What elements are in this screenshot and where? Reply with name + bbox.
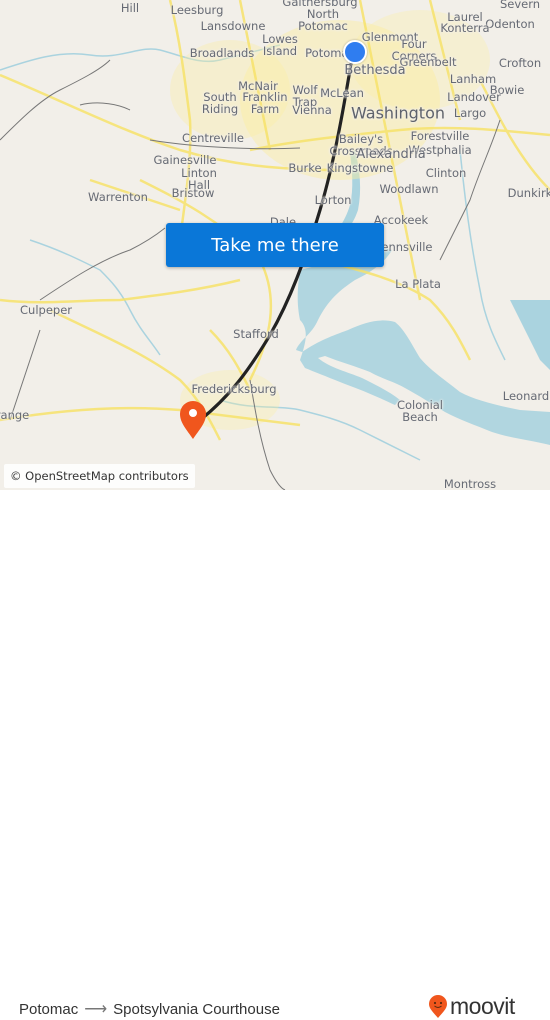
place-label: Franklin Farm bbox=[242, 90, 288, 116]
river bbox=[459, 149, 506, 361]
moovit-pin-icon bbox=[429, 994, 447, 1018]
place-label: Hill bbox=[120, 1, 140, 15]
place-label: Largo bbox=[453, 106, 487, 120]
place-label: Lansdowne bbox=[200, 19, 266, 33]
place-label: Washington bbox=[350, 103, 446, 123]
place-label: South Riding bbox=[201, 90, 239, 116]
place-label: Leesburg bbox=[170, 3, 224, 17]
place-label: North Potomac bbox=[298, 7, 348, 33]
place-label: Bethesda bbox=[344, 63, 406, 78]
place-label: Broadlands bbox=[189, 46, 255, 60]
moovit-logo[interactable]: moovit bbox=[428, 993, 515, 1020]
origin-marker[interactable] bbox=[343, 40, 367, 64]
place-label: Forestville bbox=[410, 129, 470, 143]
place-label: Odenton bbox=[485, 17, 535, 31]
map[interactable]: Hill Leesburg Lansdowne Gaithersburg North Po… bbox=[0, 0, 550, 490]
place-label: Culpeper bbox=[20, 303, 72, 317]
origin-name: Potomac bbox=[19, 1000, 79, 1018]
place-label: La Plata bbox=[395, 277, 441, 291]
place-label: Leonard bbox=[502, 389, 550, 403]
place-label: Woodlawn bbox=[379, 182, 439, 196]
place-label: Landover bbox=[447, 90, 501, 104]
place-label: Fredericksburg bbox=[191, 382, 277, 396]
destination-name: Spotsylvania Courthouse bbox=[113, 1000, 280, 1018]
place-label: Kingstowne bbox=[326, 161, 394, 175]
attribution-text: © OpenStreetMap contributors bbox=[10, 469, 189, 483]
destination-marker[interactable] bbox=[178, 400, 208, 440]
place-label: Orange bbox=[0, 408, 30, 422]
water-chesapeake-bay bbox=[510, 300, 550, 370]
place-label: Warrenton bbox=[88, 190, 148, 204]
brand-wordmark: moovit bbox=[450, 993, 515, 1019]
map-attribution[interactable]: © OpenStreetMap contributors bbox=[4, 464, 195, 488]
place-label: Gainesville bbox=[153, 153, 217, 167]
place-label: Konterra bbox=[440, 21, 490, 35]
route-title: Potomac ⟶ Spotsylvania Courthouse bbox=[19, 999, 280, 1019]
place-label: Lowes Island bbox=[262, 32, 298, 58]
place-label: Bristow bbox=[171, 186, 215, 200]
place-label: Montross bbox=[443, 477, 497, 490]
place-label: Dunkirk bbox=[507, 186, 550, 200]
map-pin-icon bbox=[180, 401, 206, 439]
take-me-there-button[interactable]: Take me there bbox=[166, 223, 384, 267]
place-label: Stafford bbox=[233, 327, 279, 341]
place-label: Greenbelt bbox=[399, 55, 457, 69]
place-label: Alexandria bbox=[356, 147, 426, 162]
arrow-right-icon: ⟶ bbox=[84, 1001, 108, 1018]
place-label: Clinton bbox=[425, 166, 467, 180]
place-label: Vienna bbox=[292, 103, 332, 117]
place-label: Burke bbox=[288, 161, 322, 175]
place-label: Crofton bbox=[498, 56, 542, 70]
place-label: McLean bbox=[320, 86, 364, 100]
place-label: Lorton bbox=[314, 193, 352, 207]
footer: Potomac ⟶ Spotsylvania Courthouse moovit bbox=[0, 490, 550, 1019]
place-label: Centreville bbox=[182, 131, 244, 145]
place-label: Colonial Beach bbox=[396, 398, 444, 424]
place-label: Severn bbox=[499, 0, 541, 11]
